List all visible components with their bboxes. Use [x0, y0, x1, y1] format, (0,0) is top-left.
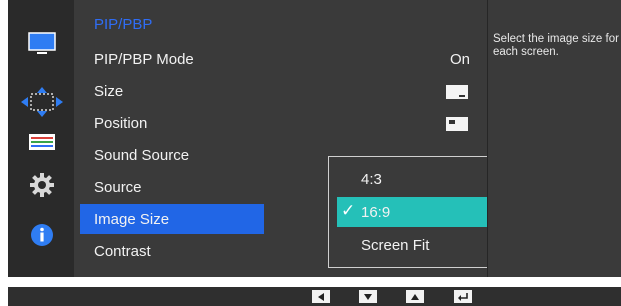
sidebar: [8, 0, 74, 277]
menu-item-label: PIP/PBP Mode: [94, 51, 194, 68]
enter-icon[interactable]: [454, 290, 472, 303]
menu-item-label: Sound Source: [94, 147, 190, 164]
help-panel: Select the image size for each screen.: [487, 0, 621, 277]
menu-item-label: Contrast: [94, 243, 151, 260]
info-icon[interactable]: [25, 220, 59, 250]
size-preview-icon: [446, 85, 468, 99]
menu-title: PIP/PBP: [94, 16, 153, 33]
option-label: 4:3: [361, 171, 382, 188]
help-text: Select the image size for each screen.: [493, 33, 619, 58]
osd-window: PIP/PBP PIP/PBP Mode On Size Position So…: [8, 0, 621, 277]
position-preview-icon: [446, 117, 468, 131]
menu-item-position[interactable]: Position: [80, 108, 480, 138]
menu-item-value: On: [449, 51, 470, 68]
nav-bar: [8, 287, 621, 306]
menu-item-size[interactable]: Size: [80, 76, 480, 106]
up-arrow-icon[interactable]: [406, 290, 424, 303]
check-icon: ✓: [341, 201, 356, 220]
option-label: 16:9: [361, 204, 391, 221]
move-arrows-icon[interactable]: [16, 86, 68, 118]
menu-item-label: Source: [94, 179, 142, 196]
menu-item-image-size[interactable]: Image Size: [80, 204, 264, 234]
monitor-icon[interactable]: [25, 29, 59, 59]
down-arrow-icon[interactable]: [359, 290, 377, 303]
menu-item-label: Position: [94, 115, 148, 132]
menu-item-pip-pbp-mode[interactable]: PIP/PBP Mode On: [80, 44, 480, 74]
menu-panel: PIP/PBP PIP/PBP Mode On Size Position So…: [74, 0, 542, 277]
menu-item-label: Size: [94, 83, 124, 100]
color-bars-icon[interactable]: [25, 127, 59, 157]
option-label: Screen Fit: [361, 237, 430, 254]
menu-item-label: Image Size: [94, 211, 170, 228]
gear-icon[interactable]: [25, 170, 59, 200]
left-arrow-icon[interactable]: [312, 290, 330, 303]
